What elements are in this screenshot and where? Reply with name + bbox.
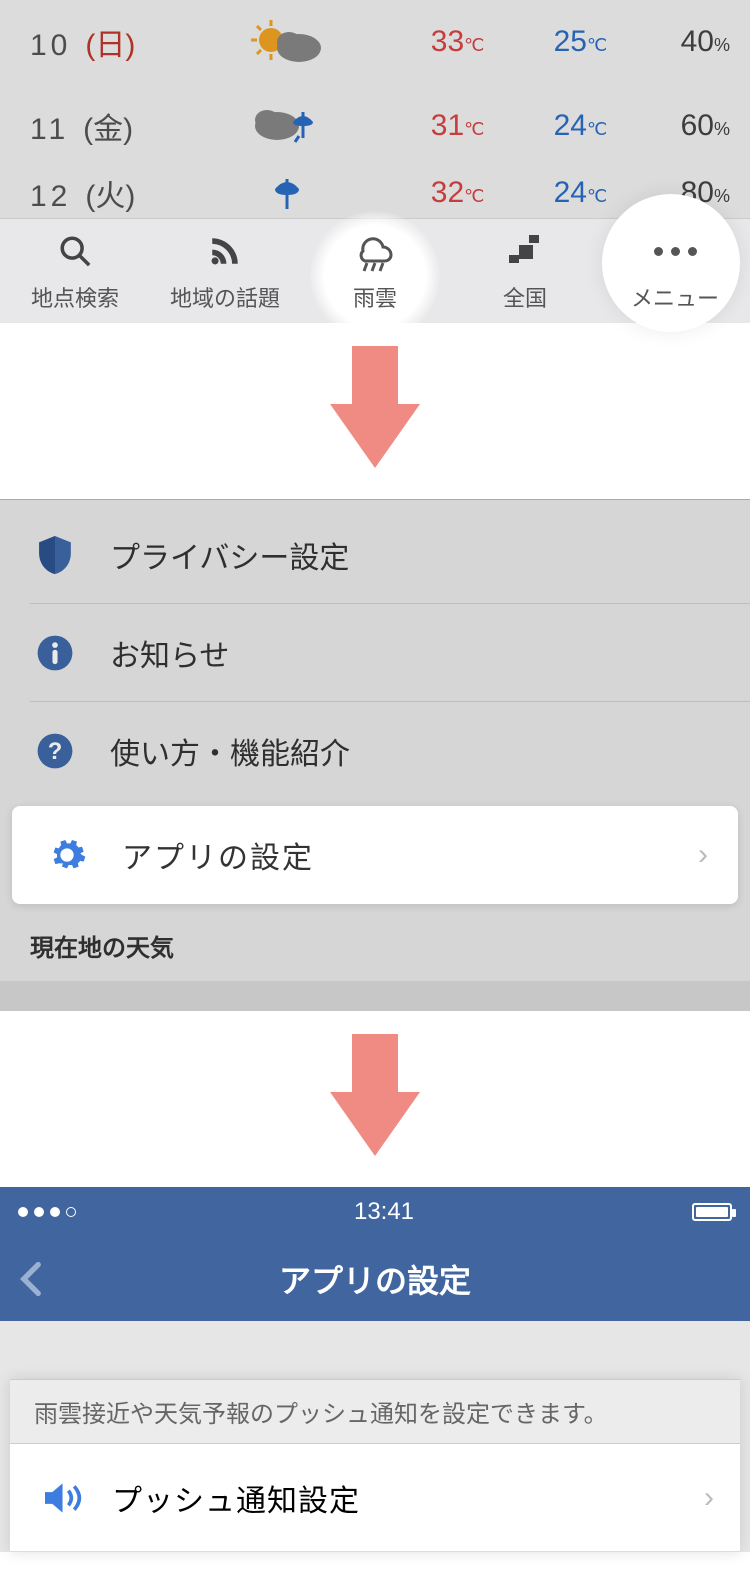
day-number: 10 <box>30 29 71 63</box>
arrow-divider <box>0 1011 750 1187</box>
japan-map-icon <box>505 229 545 273</box>
signal-icon <box>18 1207 76 1217</box>
gear-icon <box>42 835 92 875</box>
speaker-icon <box>36 1479 92 1517</box>
tab-rain[interactable]: 雨雲 <box>300 219 450 323</box>
high-temp: 32 <box>431 176 464 209</box>
menu-label: お知らせ <box>110 631 229 675</box>
section-header: 現在地の天気 <box>0 910 750 981</box>
low-temp: 24 <box>554 109 587 142</box>
tab-label: 全国 <box>503 281 547 313</box>
forecast-row[interactable]: 10 (日) 33℃ 25℃ 40% <box>0 0 750 84</box>
info-icon <box>30 634 80 672</box>
tab-menu[interactable]: メニュー <box>600 219 750 323</box>
setting-label: プッシュ通知設定 <box>112 1476 360 1520</box>
svg-text:?: ? <box>48 738 63 765</box>
high-temp: 31 <box>431 109 464 142</box>
arrow-divider <box>0 323 750 499</box>
forecast-list: 10 (日) 33℃ 25℃ 40% 11 (金) <box>0 0 750 218</box>
more-dots-icon <box>654 229 697 273</box>
menu-panel: プライバシー設定 お知らせ ? 使い方・機能紹介 アプリの設定 › 現在地の天気 <box>0 499 750 1011</box>
arrow-down-icon <box>330 1034 420 1164</box>
app-settings-panel: 13:41 アプリの設定 雨雲接近や天気予報のプッシュ通知を設定できます。 プッ… <box>0 1187 750 1552</box>
day-number: 11 <box>30 113 69 147</box>
chevron-right-icon: › <box>698 838 708 872</box>
day-weekday: (日) <box>85 20 135 64</box>
day-number: 12 <box>30 180 71 214</box>
nav-title: アプリの設定 <box>279 1256 471 1302</box>
day-weekday: (金) <box>83 104 133 148</box>
weather-rain-icon <box>214 169 361 217</box>
forecast-row[interactable]: 11 (金) 31℃ 24℃ 60% <box>0 84 750 168</box>
low-temp: 25 <box>554 25 587 58</box>
menu-item-app-settings[interactable]: アプリの設定 › <box>12 806 738 904</box>
battery-icon <box>692 1203 732 1221</box>
tab-search[interactable]: 地点検索 <box>0 219 150 323</box>
menu-item-privacy[interactable]: プライバシー設定 <box>30 506 750 604</box>
menu-item-notice[interactable]: お知らせ <box>30 604 750 702</box>
setting-push-notification[interactable]: プッシュ通知設定 › <box>10 1444 740 1552</box>
status-bar: 13:41 <box>0 1187 750 1237</box>
status-time: 13:41 <box>354 1198 414 1226</box>
question-icon: ? <box>30 732 80 770</box>
tab-bar: 地点検索 地域の話題 雨雲 全国 メニュー <box>0 218 750 323</box>
chevron-right-icon: › <box>704 1481 714 1515</box>
rss-icon <box>208 229 242 273</box>
tab-nation[interactable]: 全国 <box>450 219 600 323</box>
weather-sun-cloud-icon <box>214 18 361 66</box>
day-weekday: (火) <box>85 171 135 215</box>
back-button[interactable] <box>20 1261 42 1297</box>
precip: 60 <box>681 109 714 142</box>
tab-label: 地域の話題 <box>170 281 280 313</box>
precip: 40 <box>681 25 714 58</box>
forecast-panel: 10 (日) 33℃ 25℃ 40% 11 (金) <box>0 0 750 323</box>
low-temp: 24 <box>554 176 587 209</box>
weather-cloud-rain-icon <box>214 102 361 150</box>
menu-item-howto[interactable]: ? 使い方・機能紹介 <box>30 702 750 800</box>
arrow-down-icon <box>330 346 420 476</box>
search-icon <box>58 229 92 273</box>
tab-label: 地点検索 <box>31 281 119 313</box>
tab-local[interactable]: 地域の話題 <box>150 219 300 323</box>
shield-icon <box>30 534 80 576</box>
menu-label: プライバシー設定 <box>110 533 349 577</box>
section-note: 雨雲接近や天気予報のプッシュ通知を設定できます。 <box>10 1379 740 1444</box>
menu-label: アプリの設定 <box>122 833 314 877</box>
nav-bar: アプリの設定 <box>0 1237 750 1321</box>
rain-cloud-icon <box>347 229 403 273</box>
high-temp: 33 <box>431 25 464 58</box>
tab-label: 雨雲 <box>353 281 397 313</box>
menu-label: 使い方・機能紹介 <box>110 729 350 773</box>
tab-label: メニュー <box>631 281 719 313</box>
